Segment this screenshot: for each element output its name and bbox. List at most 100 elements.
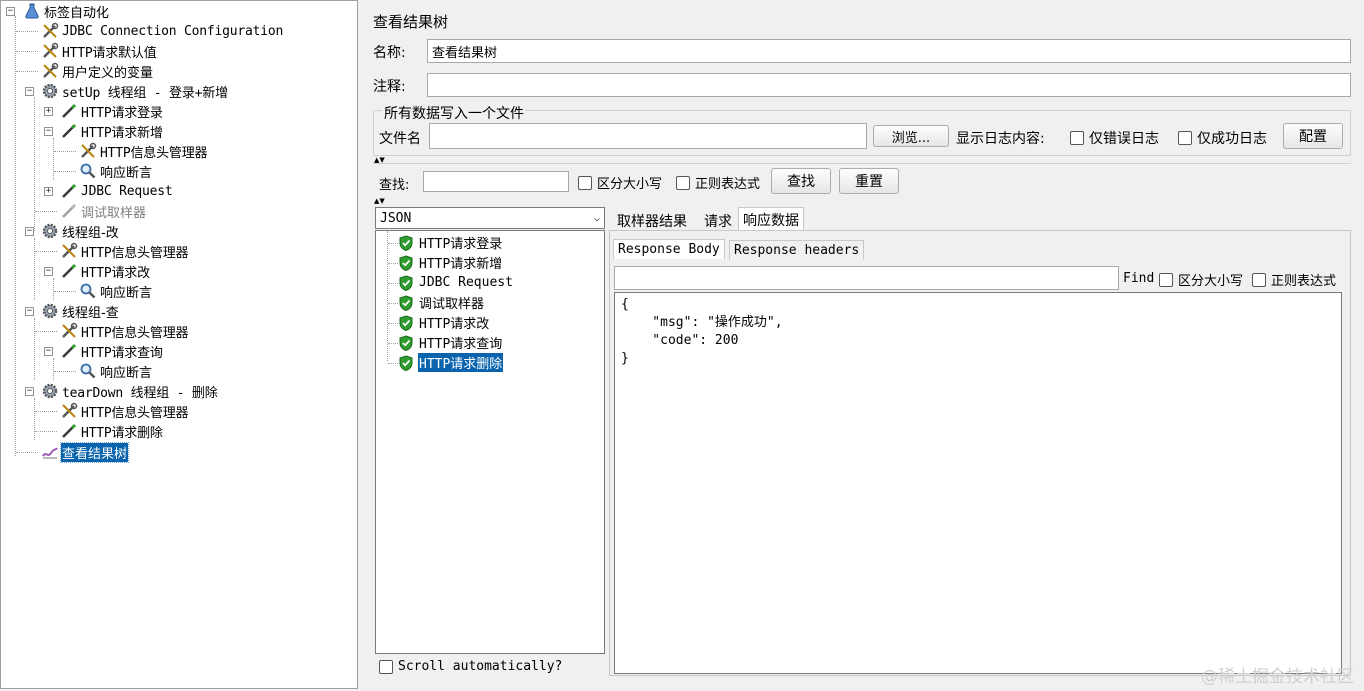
result-sample-2[interactable]: JDBC Request [398, 273, 514, 292]
pipette-icon [60, 102, 78, 120]
results-tree[interactable]: HTTP请求登录 HTTP请求新增 JDBC Request 调试取样器 HTTP请求改… [375, 230, 605, 654]
search-case-checkbox[interactable]: 区分大小写 [578, 173, 662, 192]
subtab-response-body[interactable]: Response Body [613, 239, 725, 259]
scroll-auto-checkbox[interactable]: Scroll automatically? [379, 659, 562, 674]
tree-node-teardown-group[interactable]: tearDown 线程组 - 删除 [41, 381, 219, 401]
reset-button[interactable]: 重置 [839, 168, 899, 194]
gear-icon [41, 82, 59, 100]
response-regex-checkbox[interactable]: 正则表达式 [1252, 270, 1336, 289]
wrench-icon [41, 62, 59, 80]
gear-icon [41, 222, 59, 240]
tree-node-header-mgr-1[interactable]: HTTP信息头管理器 [79, 141, 208, 161]
wrench-icon [60, 402, 78, 420]
tree-expander-group-update[interactable]: − [25, 227, 34, 236]
scroll-auto-box[interactable] [379, 659, 393, 674]
success-shield-icon [398, 234, 414, 252]
errors-only-checkbox[interactable]: 仅错误日志 [1070, 128, 1159, 148]
tree-label: JDBC Connection Configuration [62, 23, 284, 39]
result-sample-0[interactable]: HTTP请求登录 [398, 233, 503, 252]
success-shield-icon [398, 294, 414, 312]
tree-node-assert-3[interactable]: 响应断言 [79, 361, 153, 381]
wrench-icon [41, 22, 59, 40]
response-find-input[interactable] [614, 266, 1119, 290]
success-shield-icon [398, 334, 414, 352]
result-sample-6[interactable]: HTTP请求删除 [398, 353, 504, 372]
log-content-label: 显示日志内容: [956, 131, 1045, 147]
tree-node-header-mgr-4[interactable]: HTTP信息头管理器 [60, 401, 189, 421]
result-sample-3[interactable]: 调试取样器 [398, 293, 485, 312]
find-button[interactable]: 查找 [771, 168, 831, 194]
response-body-text[interactable]: { "msg": "操作成功", "code": 200 } [614, 292, 1342, 674]
result-sample-label: JDBC Request [419, 275, 513, 290]
result-sample-4[interactable]: HTTP请求改 [398, 313, 490, 332]
tree-node-debug-sampler[interactable]: 调试取样器 [60, 201, 147, 221]
graph-icon [41, 443, 59, 461]
tree-node-user-vars[interactable]: 用户定义的变量 [41, 61, 154, 81]
tree-expander-http-query[interactable]: − [44, 347, 53, 356]
response-case-checkbox[interactable]: 区分大小写 [1159, 270, 1243, 289]
tree-label: setUp 线程组 - 登录+新增 [62, 85, 228, 101]
tree-expander-group-query[interactable]: − [25, 307, 34, 316]
tree-node-http-update[interactable]: HTTP请求改 [60, 261, 151, 281]
tree-node-http-query[interactable]: HTTP请求查询 [60, 341, 164, 361]
wrench-icon [60, 242, 78, 260]
result-sample-5[interactable]: HTTP请求查询 [398, 333, 503, 352]
tree-node-http-defaults[interactable]: HTTP请求默认值 [41, 41, 158, 61]
tree-expander-jdbc-request[interactable]: + [44, 187, 53, 196]
tree-label: 响应断言 [100, 365, 153, 381]
tree-expander-http-login[interactable]: + [44, 107, 53, 116]
splitter-arrows-2[interactable]: ▲▼ [374, 198, 385, 205]
errors-only-box[interactable] [1070, 131, 1084, 145]
tree-node-http-login[interactable]: HTTP请求登录 [60, 101, 164, 121]
tree-node-http-add[interactable]: HTTP请求新增 [60, 121, 164, 141]
tree-expander-http-update[interactable]: − [44, 267, 53, 276]
success-shield-icon [398, 314, 414, 332]
wrench-icon [41, 42, 59, 60]
success-only-box[interactable] [1178, 131, 1192, 145]
search-regex-box[interactable] [676, 175, 690, 190]
tree-node-jdbc-request[interactable]: JDBC Request [60, 181, 174, 201]
tree-node-header-mgr-2[interactable]: HTTP信息头管理器 [60, 241, 189, 261]
configure-button[interactable]: 配置 [1283, 123, 1343, 149]
tab-response-data[interactable]: 响应数据 [738, 207, 804, 232]
tree-node-group-query[interactable]: 线程组-查 [41, 301, 120, 321]
tree-label: HTTP信息头管理器 [81, 405, 189, 421]
comment-input[interactable] [427, 73, 1351, 97]
tree-node-setup-group[interactable]: setUp 线程组 - 登录+新增 [41, 81, 229, 101]
tree-label: HTTP信息头管理器 [81, 325, 189, 341]
pipette-icon [60, 182, 78, 200]
tree-node-view-results-tree[interactable]: 查看结果树 [41, 441, 130, 463]
tree-node-jdbc-config[interactable]: JDBC Connection Configuration [41, 21, 284, 41]
response-regex-box[interactable] [1252, 272, 1266, 287]
pipette-icon [60, 342, 78, 360]
tree-node-http-delete[interactable]: HTTP请求删除 [60, 421, 164, 441]
tree-node-assert-1[interactable]: 响应断言 [79, 161, 153, 181]
tree-node-root[interactable]: 标签自动化 [23, 1, 110, 21]
success-only-checkbox[interactable]: 仅成功日志 [1178, 128, 1267, 148]
result-sample-1[interactable]: HTTP请求新增 [398, 253, 503, 272]
search-regex-checkbox[interactable]: 正则表达式 [676, 173, 760, 192]
subtab-response-headers[interactable]: Response headers [729, 240, 865, 260]
success-shield-icon [398, 254, 414, 272]
tree-node-assert-2[interactable]: 响应断言 [79, 281, 153, 301]
tree-label: HTTP信息头管理器 [81, 245, 189, 261]
file-group-title: 所有数据写入一个文件 [382, 103, 526, 123]
tree-label: HTTP信息头管理器 [100, 145, 208, 161]
search-input[interactable] [423, 171, 569, 192]
tree-expander-teardown[interactable]: − [25, 387, 34, 396]
browse-button[interactable]: 浏览... [873, 125, 949, 147]
pipette-icon [60, 422, 78, 440]
scroll-auto-label: Scroll automatically? [398, 659, 563, 674]
search-case-box[interactable] [578, 175, 592, 190]
filename-input[interactable] [429, 123, 867, 149]
tree-expander-root[interactable]: − [6, 7, 15, 16]
gear-icon [41, 302, 59, 320]
response-case-box[interactable] [1159, 272, 1173, 287]
renderer-select[interactable]: JSON ⌵ [375, 207, 605, 229]
tree-node-header-mgr-3[interactable]: HTTP信息头管理器 [60, 321, 189, 341]
tree-node-group-update[interactable]: 线程组-改 [41, 221, 120, 241]
test-plan-tree[interactable]: − 标签自动化 JDBC Connection Configuration HT… [0, 0, 358, 689]
tree-expander-setup[interactable]: − [25, 87, 34, 96]
name-input[interactable]: 查看结果树 [427, 39, 1351, 63]
tree-expander-http-add[interactable]: − [44, 127, 53, 136]
